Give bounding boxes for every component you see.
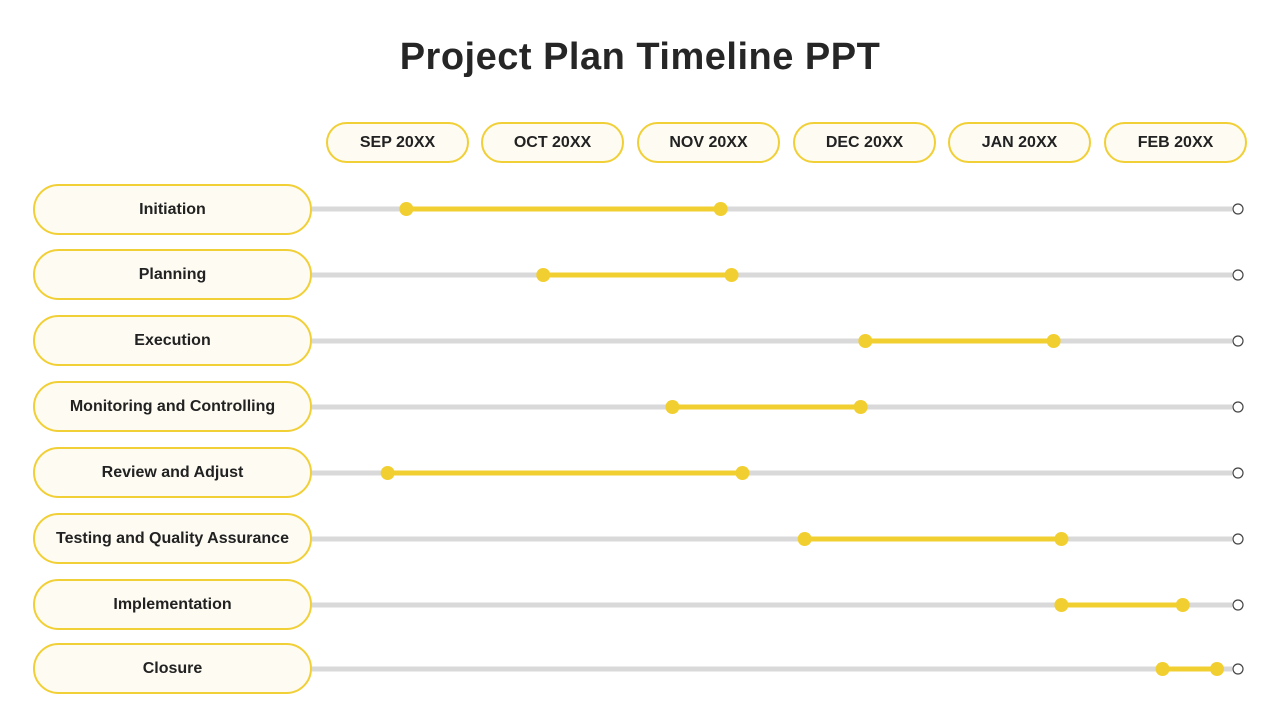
task-end-dot: [1054, 532, 1069, 546]
timeline-end-marker: [1232, 467, 1244, 479]
task-label: Initiation: [33, 184, 312, 235]
task-start-dot: [858, 334, 873, 348]
task-end-dot: [713, 202, 728, 216]
task-start-dot: [536, 268, 551, 282]
task-start-dot: [665, 400, 680, 414]
timeline-end-marker: [1232, 533, 1244, 545]
task-start-dot: [399, 202, 414, 216]
task-end-dot: [1210, 662, 1225, 676]
task-start-dot: [380, 466, 395, 480]
timeline-end-marker: [1232, 203, 1244, 215]
task-end-dot: [853, 400, 868, 414]
timeline-end-marker: [1232, 663, 1244, 675]
task-start-dot: [1054, 598, 1069, 612]
task-end-dot: [735, 466, 750, 480]
timeline-end-marker: [1232, 599, 1244, 611]
task-label: Execution: [33, 315, 312, 366]
task-label: Closure: [33, 643, 312, 694]
task-label: Monitoring and Controlling: [33, 381, 312, 432]
task-end-dot: [724, 268, 739, 282]
task-end-dot: [1175, 598, 1190, 612]
task-end-dot: [1046, 334, 1061, 348]
task-label: Testing and Quality Assurance: [33, 513, 312, 564]
task-label: Implementation: [33, 579, 312, 630]
task-label: Planning: [33, 249, 312, 300]
task-label: Review and Adjust: [33, 447, 312, 498]
timeline-end-marker: [1232, 269, 1244, 281]
timeline-end-marker: [1232, 401, 1244, 413]
task-start-dot: [797, 532, 812, 546]
task-start-dot: [1155, 662, 1170, 676]
timeline-end-marker: [1232, 335, 1244, 347]
